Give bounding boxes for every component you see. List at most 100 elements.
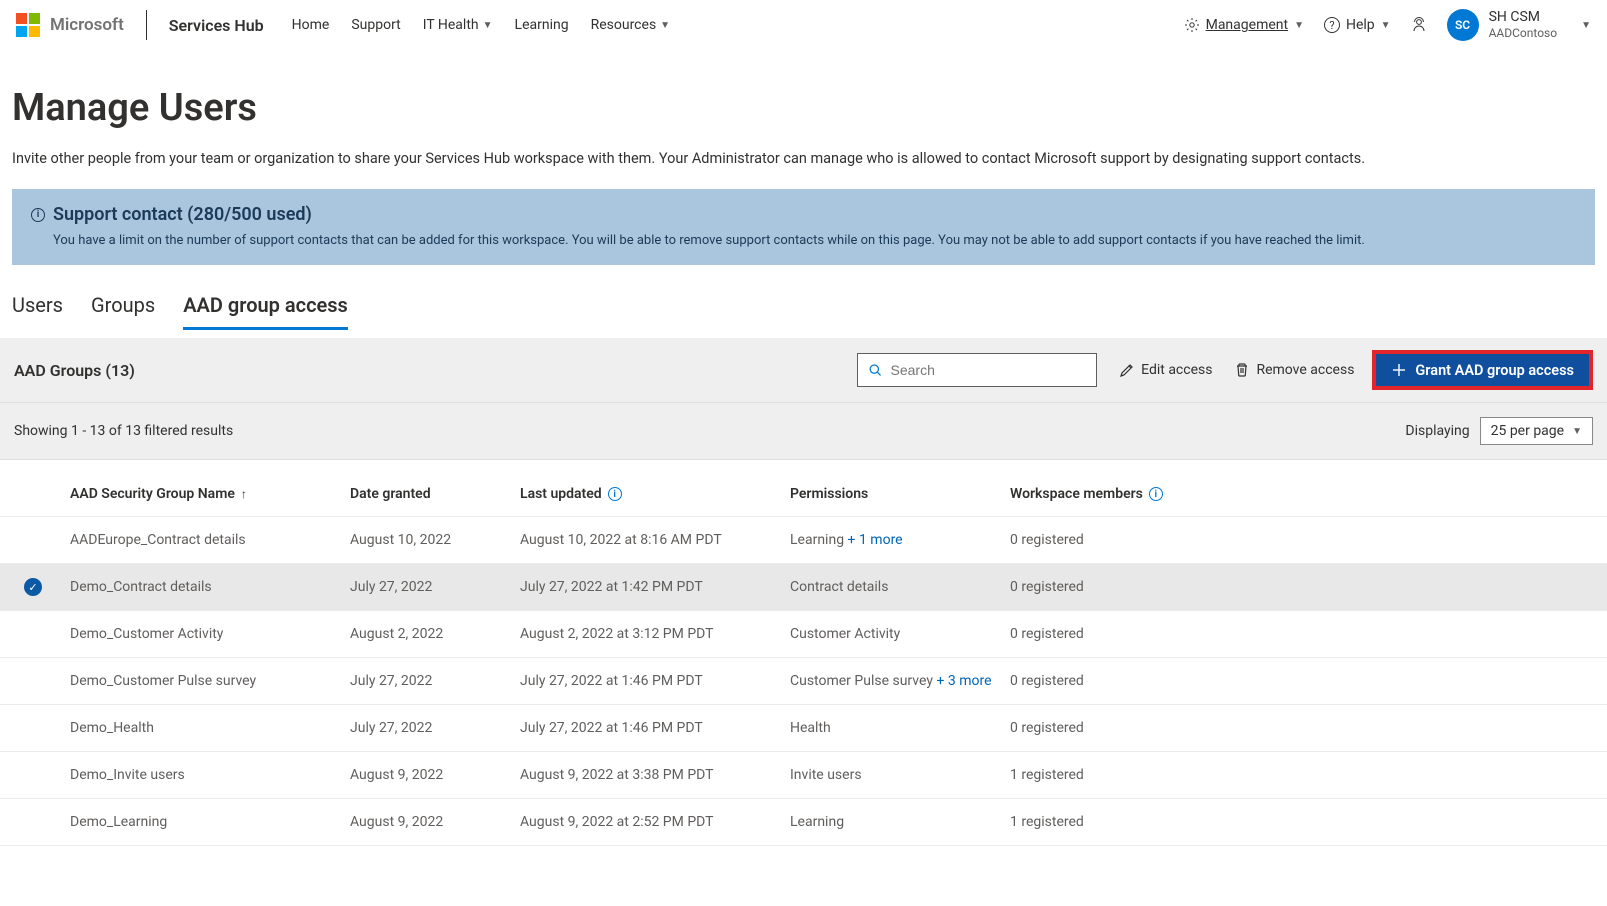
- col-permissions[interactable]: Permissions: [790, 486, 1010, 502]
- banner-title: Support contact (280/500 used): [53, 204, 312, 225]
- tab-users[interactable]: Users: [12, 287, 63, 330]
- tab-users-label: Users: [12, 293, 63, 317]
- cell-permissions-text: Health: [790, 720, 831, 736]
- trash-icon: [1234, 362, 1250, 378]
- account-switcher[interactable]: SC SH CSM AADContoso ▼: [1447, 9, 1591, 41]
- nav-support[interactable]: Support: [351, 17, 400, 33]
- row-select-checkbox[interactable]: [24, 719, 42, 737]
- account-labels: SH CSM AADContoso: [1489, 9, 1558, 40]
- app-name[interactable]: Services Hub: [169, 16, 264, 35]
- chevron-down-icon: ▼: [1581, 20, 1591, 31]
- cell-permissions: Contract details: [790, 579, 1010, 595]
- gear-icon: [1184, 17, 1200, 33]
- search-box[interactable]: [857, 353, 1097, 387]
- col-last-updated[interactable]: Last updated i: [520, 486, 790, 502]
- chevron-down-icon: ▼: [1294, 20, 1304, 31]
- microsoft-logo[interactable]: Microsoft: [16, 13, 124, 37]
- edit-access-button[interactable]: Edit access: [1119, 362, 1212, 378]
- person-headset-icon: [1411, 17, 1427, 33]
- permissions-more-link[interactable]: + 3 more: [936, 673, 991, 689]
- table-row[interactable]: Demo_Invite usersAugust 9, 2022August 9,…: [0, 752, 1607, 799]
- table-row[interactable]: AADEurope_Contract detailsAugust 10, 202…: [0, 517, 1607, 564]
- col-workspace-members[interactable]: Workspace members i: [1010, 486, 1260, 502]
- chevron-down-icon: ▼: [1572, 426, 1582, 437]
- results-showing: Showing 1 - 13 of 13 filtered results: [14, 423, 233, 439]
- permissions-more-link[interactable]: + 1 more: [848, 532, 903, 548]
- cell-permissions: Health: [790, 720, 1010, 736]
- cell-permissions-text: Learning: [790, 814, 844, 830]
- cell-workspace-members: 0 registered: [1010, 532, 1260, 548]
- remove-access-label: Remove access: [1256, 362, 1354, 378]
- cell-date-granted: August 10, 2022: [350, 532, 520, 548]
- cell-permissions-text: Customer Pulse survey: [790, 673, 933, 689]
- cell-permissions-text: Invite users: [790, 767, 862, 783]
- page-title: Manage Users: [12, 86, 1595, 130]
- cell-group-name: Demo_Customer Activity: [70, 626, 350, 642]
- pencil-icon: [1119, 362, 1135, 378]
- table-row[interactable]: Demo_Customer Pulse surveyJuly 27, 2022J…: [0, 658, 1607, 705]
- page-description: Invite other people from your team or or…: [12, 150, 1595, 167]
- table-row[interactable]: Demo_HealthJuly 27, 2022July 27, 2022 at…: [0, 705, 1607, 752]
- row-select-checkbox[interactable]: ✓: [24, 578, 42, 596]
- results-row: Showing 1 - 13 of 13 filtered results Di…: [0, 402, 1607, 459]
- help-menu[interactable]: ? Help ▼: [1324, 17, 1391, 33]
- cell-permissions-text: Customer Activity: [790, 626, 900, 642]
- support-contact-banner: i Support contact (280/500 used) You hav…: [12, 189, 1595, 265]
- col-date-granted[interactable]: Date granted: [350, 486, 520, 502]
- nav-home[interactable]: Home: [292, 17, 330, 33]
- microsoft-brand-text: Microsoft: [50, 15, 124, 35]
- grant-aad-group-access-button[interactable]: Grant AAD group access: [1372, 350, 1593, 390]
- cell-group-name: Demo_Customer Pulse survey: [70, 673, 350, 689]
- account-tenant: AADContoso: [1489, 26, 1558, 40]
- table-row[interactable]: Demo_Customer ActivityAugust 2, 2022Augu…: [0, 611, 1607, 658]
- help-icon: ?: [1324, 17, 1340, 33]
- row-select-checkbox[interactable]: [24, 672, 42, 690]
- row-select-checkbox[interactable]: [24, 531, 42, 549]
- chevron-down-icon: ▼: [483, 20, 493, 31]
- search-icon: [868, 362, 882, 378]
- col-workspace-members-label: Workspace members: [1010, 486, 1143, 502]
- cell-group-name: Demo_Health: [70, 720, 350, 736]
- table-row[interactable]: Demo_LearningAugust 9, 2022August 9, 202…: [0, 799, 1607, 846]
- edit-access-label: Edit access: [1141, 362, 1212, 378]
- cell-date-granted: August 2, 2022: [350, 626, 520, 642]
- page-size-select[interactable]: 25 per page ▼: [1480, 417, 1593, 445]
- row-select-checkbox[interactable]: [24, 766, 42, 784]
- col-last-updated-label: Last updated: [520, 486, 602, 502]
- management-menu[interactable]: Management ▼: [1184, 17, 1304, 33]
- contact-button[interactable]: [1411, 17, 1427, 33]
- nav-resources[interactable]: Resources▼: [591, 17, 670, 33]
- cell-last-updated: August 9, 2022 at 2:52 PM PDT: [520, 814, 790, 830]
- info-icon[interactable]: i: [608, 487, 622, 501]
- cell-last-updated: August 2, 2022 at 3:12 PM PDT: [520, 626, 790, 642]
- col-security-group-name[interactable]: AAD Security Group Name ↑: [70, 486, 350, 502]
- row-select-checkbox[interactable]: [24, 625, 42, 643]
- tab-aad-group-access[interactable]: AAD group access: [183, 287, 348, 330]
- cell-group-name: Demo_Learning: [70, 814, 350, 830]
- toolbar: AAD Groups (13) Edit access Remove acces…: [0, 338, 1607, 402]
- row-select-checkbox[interactable]: [24, 813, 42, 831]
- cell-permissions: Customer Pulse survey + 3 more: [790, 673, 1010, 689]
- info-icon[interactable]: i: [1149, 487, 1163, 501]
- cell-group-name: Demo_Invite users: [70, 767, 350, 783]
- cell-permissions: Learning: [790, 814, 1010, 830]
- nav-home-label: Home: [292, 17, 330, 33]
- cell-workspace-members: 0 registered: [1010, 673, 1260, 689]
- cell-date-granted: July 27, 2022: [350, 673, 520, 689]
- cell-last-updated: August 10, 2022 at 8:16 AM PDT: [520, 532, 790, 548]
- cell-last-updated: July 27, 2022 at 1:46 PM PDT: [520, 673, 790, 689]
- cell-date-granted: August 9, 2022: [350, 767, 520, 783]
- cell-workspace-members: 0 registered: [1010, 626, 1260, 642]
- nav-links: Home Support IT Health▼ Learning Resourc…: [292, 17, 670, 33]
- remove-access-button[interactable]: Remove access: [1234, 362, 1354, 378]
- tab-groups[interactable]: Groups: [91, 287, 155, 330]
- col-security-group-name-label: AAD Security Group Name: [70, 486, 235, 502]
- cell-group-name: AADEurope_Contract details: [70, 532, 350, 548]
- table-row[interactable]: ✓Demo_Contract detailsJuly 27, 2022July …: [0, 564, 1607, 611]
- cell-permissions: Invite users: [790, 767, 1010, 783]
- col-permissions-label: Permissions: [790, 486, 868, 502]
- nav-it-health[interactable]: IT Health▼: [423, 17, 493, 33]
- nav-learning[interactable]: Learning: [515, 17, 569, 33]
- search-input[interactable]: [891, 362, 1087, 378]
- cell-group-name: Demo_Contract details: [70, 579, 350, 595]
